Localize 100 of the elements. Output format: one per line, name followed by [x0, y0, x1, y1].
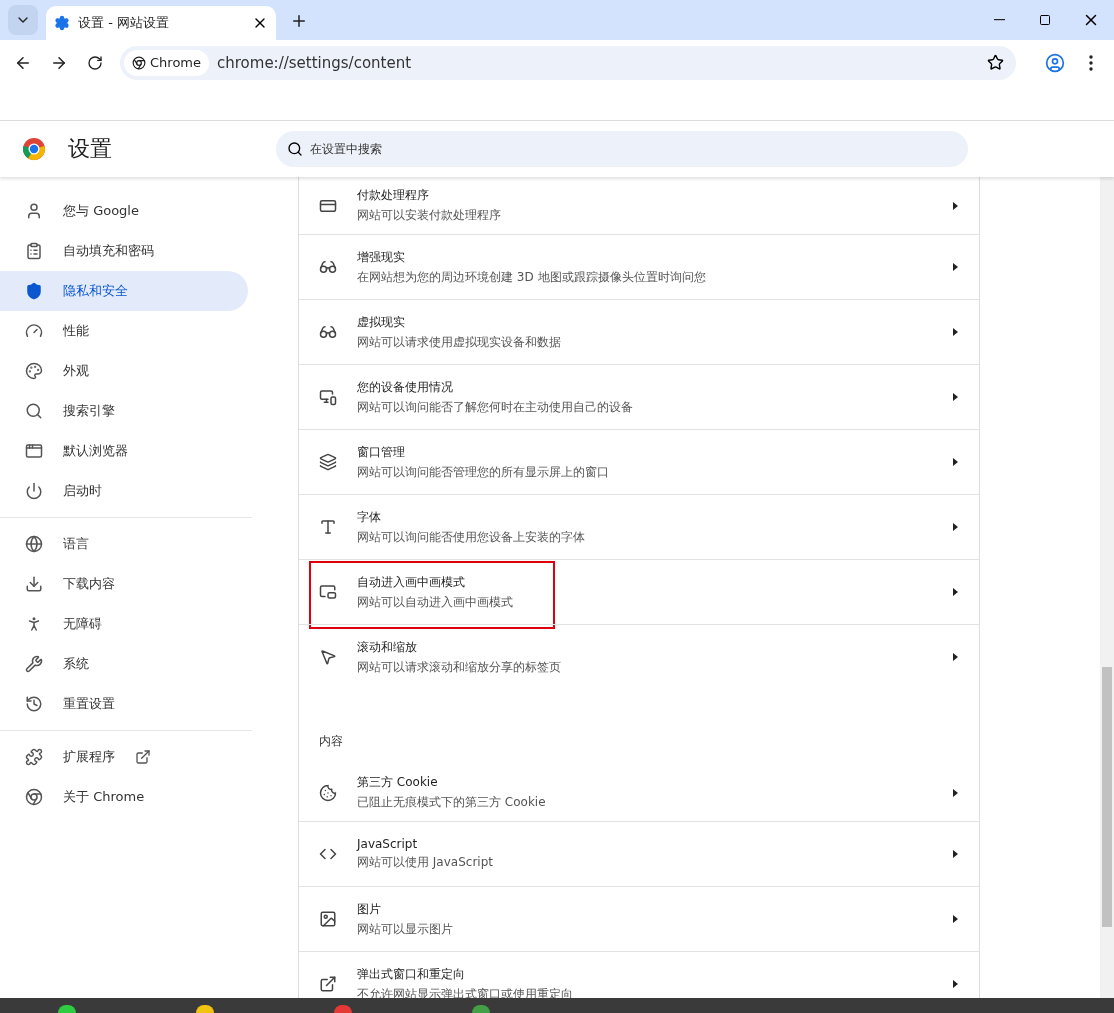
font-icon	[319, 518, 337, 536]
caret-icon	[951, 200, 959, 211]
settings-row[interactable]: 增强现实 在网站想为您的周边环境创建 3D 地图或跟踪摄像头位置时询问您	[299, 234, 979, 299]
row-description: 网站可以询问能否管理您的所有显示屏上的窗口	[357, 463, 610, 481]
menu-icon	[1089, 54, 1093, 71]
search-icon	[287, 141, 303, 157]
download-icon	[25, 575, 43, 593]
row-title: 滚动和缩放	[357, 638, 418, 656]
sidebar-item[interactable]: 扩展程序	[0, 737, 248, 777]
sidebar-item[interactable]: 搜索引擎	[0, 391, 248, 431]
history-icon	[25, 695, 43, 713]
site-chip[interactable]: Chrome	[124, 49, 209, 76]
browser-tab[interactable]: 设置 - 网站设置	[46, 6, 276, 40]
taskbar-app-icon[interactable]	[58, 1005, 76, 1013]
settings-row[interactable]: 第三方 Cookie 已阻止无痕模式下的第三方 Cookie	[299, 764, 979, 821]
row-title: 增强现实	[357, 248, 406, 266]
section-heading: 内容	[318, 733, 344, 750]
wrench-icon	[25, 655, 43, 673]
caret-icon	[951, 327, 959, 337]
sidebar-item[interactable]: 启动时	[0, 471, 248, 511]
settings-row[interactable]: 滚动和缩放 网站可以请求滚动和缩放分享的标签页	[299, 624, 979, 689]
sidebar-item[interactable]: 下载内容	[0, 564, 248, 604]
row-description: 网站可以使用 JavaScript	[357, 854, 494, 871]
scrollbar-thumb[interactable]	[1102, 667, 1112, 927]
row-description: 网站可以询问能否了解您何时在主动使用自己的设备	[357, 398, 634, 416]
maximize-icon	[1039, 14, 1051, 26]
row-description: 网站可以询问能否使用您设备上安装的字体	[357, 528, 586, 546]
settings-row[interactable]: 您的设备使用情况 网站可以询问能否了解您何时在主动使用自己的设备	[299, 364, 979, 429]
sidebar-item[interactable]: 性能	[0, 311, 248, 351]
cookie-icon	[319, 783, 337, 802]
caret-icon	[951, 787, 959, 798]
row-title: JavaScript	[357, 837, 419, 851]
external-link-icon	[319, 975, 337, 993]
row-description: 网站可以自动进入画中画模式	[357, 593, 514, 611]
windows-icon	[319, 453, 337, 471]
sidebar-item[interactable]: 默认浏览器	[0, 431, 248, 471]
settings-row[interactable]: 字体 网站可以询问能否使用您设备上安装的字体	[299, 494, 979, 559]
row-title: 弹出式窗口和重定向	[357, 965, 466, 983]
external-link-icon[interactable]	[135, 749, 151, 765]
row-title: 图片	[357, 900, 382, 918]
row-description: 网站可以请求滚动和缩放分享的标签页	[357, 658, 562, 676]
settings-title: 设置	[68, 135, 113, 163]
pointer-icon	[319, 648, 337, 666]
search-field[interactable]: 在设置中搜索	[276, 131, 968, 167]
star-icon[interactable]	[987, 54, 1004, 71]
address-bar[interactable]: Chrome chrome://settings/content	[120, 45, 1016, 80]
sidebar-item[interactable]: 自动填充和密码	[0, 231, 248, 271]
chrome-icon	[132, 55, 146, 70]
settings-row[interactable]: 付款处理程序 网站可以安装付款处理程序	[299, 177, 979, 234]
caret-icon	[951, 849, 959, 859]
caret-icon	[951, 262, 959, 272]
row-title: 付款处理程序	[357, 187, 430, 204]
row-title: 您的设备使用情况	[357, 378, 454, 396]
sidebar-item[interactable]: 关于 Chrome	[0, 777, 248, 817]
settings-row[interactable]: 图片 网站可以显示图片	[299, 886, 979, 951]
gauge-icon	[25, 322, 43, 340]
row-description: 网站可以显示图片	[357, 920, 454, 938]
taskbar-app-icon[interactable]	[472, 1005, 490, 1013]
browser-window-icon	[25, 442, 43, 460]
power-icon	[25, 482, 43, 500]
row-description: 网站可以安装付款处理程序	[357, 207, 502, 224]
tab-list-button[interactable]	[8, 5, 38, 35]
globe-icon	[25, 535, 43, 553]
caret-icon	[951, 979, 959, 989]
sidebar-item[interactable]: 系统	[0, 644, 248, 684]
sidebar-item[interactable]: 您与 Google	[0, 191, 248, 231]
taskbar-app-icon[interactable]	[196, 1005, 214, 1013]
image-icon	[319, 910, 337, 928]
clipboard-icon	[25, 242, 43, 260]
sidebar-item[interactable]: 重置设置	[0, 684, 248, 724]
sidebar-item[interactable]: 无障碍	[0, 604, 248, 644]
settings-row[interactable]: 自动进入画中画模式 网站可以自动进入画中画模式	[299, 559, 979, 624]
shield-icon	[25, 282, 43, 300]
caret-icon	[951, 522, 959, 532]
chrome-icon	[25, 788, 43, 806]
settings-row[interactable]: JavaScript 网站可以使用 JavaScript	[299, 821, 979, 886]
puzzle-icon	[25, 748, 43, 766]
picture-in-picture-icon	[319, 583, 337, 601]
goggles-icon	[319, 258, 337, 276]
row-description: 网站可以请求使用虚拟现实设备和数据	[357, 333, 562, 351]
row-title: 字体	[357, 508, 382, 526]
settings-row[interactable]: 虚拟现实 网站可以请求使用虚拟现实设备和数据	[299, 299, 979, 364]
row-title: 第三方 Cookie	[357, 774, 439, 791]
row-title: 窗口管理	[357, 443, 406, 461]
row-title: 自动进入画中画模式	[357, 573, 466, 591]
palette-icon	[25, 362, 43, 380]
chrome-logo-icon	[22, 137, 46, 161]
sidebar-item[interactable]: 外观	[0, 351, 248, 391]
sidebar-item[interactable]: 隐私和安全	[0, 271, 248, 311]
avatar-icon	[1045, 52, 1065, 73]
row-description: 已阻止无痕模式下的第三方 Cookie	[357, 794, 547, 811]
devices-icon	[319, 388, 337, 406]
row-description: 在网站想为您的周边环境创建 3D 地图或跟踪摄像头位置时询问您	[357, 268, 707, 286]
caret-icon	[951, 457, 959, 467]
row-title: 虚拟现实	[357, 313, 406, 331]
caret-icon	[951, 392, 959, 402]
sidebar-item[interactable]: 语言	[0, 524, 248, 564]
settings-row[interactable]: 窗口管理 网站可以询问能否管理您的所有显示屏上的窗口	[299, 429, 979, 494]
plus-icon	[290, 12, 308, 30]
reload-icon	[87, 54, 103, 71]
